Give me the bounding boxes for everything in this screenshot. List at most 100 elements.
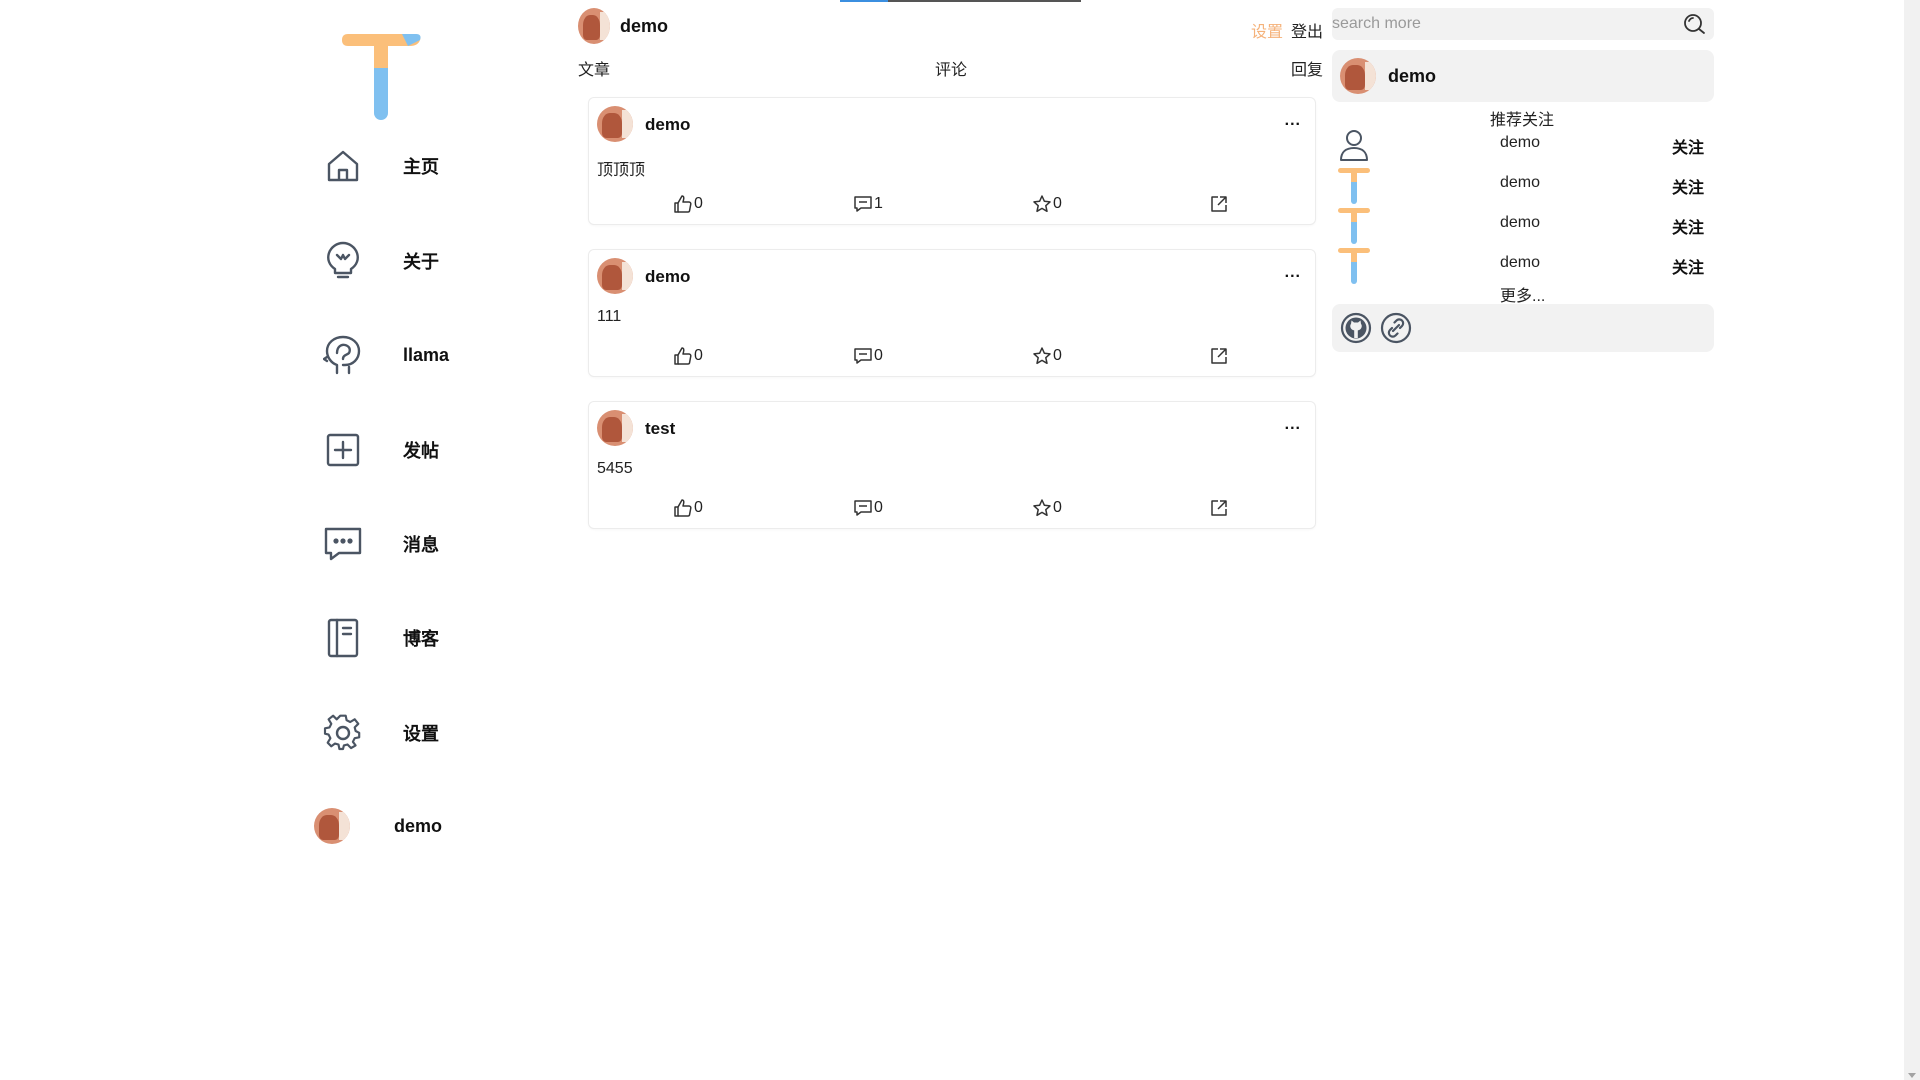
comment-count: 0 <box>874 347 883 364</box>
github-icon[interactable] <box>1340 312 1372 344</box>
avatar[interactable] <box>597 258 633 294</box>
post-author[interactable]: demo <box>645 115 690 135</box>
comment-icon <box>853 194 873 214</box>
t-logo-icon[interactable] <box>1336 248 1372 288</box>
star-button[interactable]: 0 <box>1032 346 1062 366</box>
nav-item-blog[interactable]: 博客 <box>318 608 478 668</box>
thumbs-up-icon <box>673 346 693 366</box>
star-button[interactable]: 0 <box>1032 194 1062 214</box>
follow-button[interactable]: 关注 <box>1672 174 1704 198</box>
tab-articles[interactable]: 文章 <box>578 56 610 80</box>
profile-card[interactable]: demo <box>1332 50 1714 102</box>
star-button[interactable]: 0 <box>1032 498 1062 518</box>
recommend-row: demo 关注 <box>1332 128 1714 164</box>
post-more-button[interactable]: ... <box>1285 416 1301 434</box>
search-input[interactable] <box>1332 8 1672 40</box>
share-icon <box>1209 346 1229 366</box>
avatar <box>578 8 610 44</box>
top-tab-indicator-active <box>840 0 888 2</box>
recommend-user-name[interactable]: demo <box>1500 254 1540 272</box>
user-outline-icon[interactable] <box>1336 128 1372 168</box>
nav-item-home[interactable]: 主页 <box>318 136 478 196</box>
thumbs-up-icon <box>673 498 693 518</box>
post-actions: 0 0 0 <box>589 498 1315 522</box>
tab-replies[interactable]: 回复 <box>1291 56 1323 80</box>
post-more-button[interactable]: ... <box>1285 112 1301 130</box>
top-tab-indicator <box>840 0 1081 2</box>
nav-item-llama[interactable]: llama <box>318 325 478 385</box>
star-icon <box>1032 498 1052 518</box>
links-card <box>1332 304 1714 352</box>
post-author[interactable]: demo <box>645 267 690 287</box>
like-count: 0 <box>694 499 703 516</box>
post-actions: 0 1 0 <box>589 194 1315 218</box>
post-card[interactable]: test ... 5455 0 0 0 <box>588 401 1316 529</box>
nav-item-about[interactable]: 关于 <box>318 231 478 291</box>
follow-button[interactable]: 关注 <box>1672 134 1704 158</box>
plus-square-icon <box>318 425 368 475</box>
recommend-user-name[interactable]: demo <box>1500 174 1540 192</box>
nav-item-post[interactable]: 发帖 <box>318 420 478 480</box>
home-icon <box>318 141 368 191</box>
recommend-row: demo 关注 <box>1332 208 1714 244</box>
post-actions: 0 0 0 <box>589 346 1315 370</box>
like-button[interactable]: 0 <box>673 498 703 518</box>
share-button[interactable] <box>1209 498 1229 518</box>
star-icon <box>1032 194 1052 214</box>
comment-button[interactable]: 1 <box>853 194 883 214</box>
avatar[interactable] <box>597 106 633 142</box>
follow-button[interactable]: 关注 <box>1672 214 1704 238</box>
post-more-button[interactable]: ... <box>1285 264 1301 282</box>
nav-item-profile[interactable]: demo <box>310 796 470 856</box>
vertical-scrollbar[interactable] <box>1904 0 1920 1080</box>
header-user[interactable]: demo <box>578 8 668 44</box>
recommend-row: demo 关注 <box>1332 168 1714 204</box>
share-button[interactable] <box>1209 194 1229 214</box>
gear-icon <box>318 708 368 758</box>
search-icon[interactable] <box>1682 12 1706 36</box>
nav-label-home: 主页 <box>403 157 439 177</box>
nav-label-post: 发帖 <box>403 441 439 461</box>
like-button[interactable]: 0 <box>673 346 703 366</box>
t-logo-icon[interactable] <box>338 32 424 122</box>
avatar[interactable] <box>597 410 633 446</box>
nav-label-settings: 设置 <box>403 724 439 744</box>
post-content: 顶顶顶 <box>597 162 646 179</box>
star-count: 0 <box>1053 499 1062 516</box>
comment-button[interactable]: 0 <box>853 346 883 366</box>
comment-icon <box>853 346 873 366</box>
header-logout-link[interactable]: 登出 <box>1291 18 1323 42</box>
recommend-user-name[interactable]: demo <box>1500 134 1540 152</box>
post-content: 5455 <box>597 460 633 477</box>
recommend-row: demo 关注 <box>1332 248 1714 284</box>
nav-item-settings[interactable]: 设置 <box>318 703 478 763</box>
nav-item-messages[interactable]: 消息 <box>318 514 478 574</box>
nav-label-messages: 消息 <box>403 535 439 555</box>
post-author[interactable]: test <box>645 419 675 439</box>
header-settings-link[interactable]: 设置 <box>1251 18 1283 42</box>
t-logo-icon[interactable] <box>1336 168 1372 208</box>
link-icon[interactable] <box>1380 312 1412 344</box>
post-card[interactable]: demo ... 111 0 0 0 <box>588 249 1316 377</box>
profile-card-name: demo <box>1388 66 1437 86</box>
like-count: 0 <box>694 195 703 212</box>
recommend-user-name[interactable]: demo <box>1500 214 1540 232</box>
comment-icon <box>853 498 873 518</box>
comment-button[interactable]: 0 <box>853 498 883 518</box>
thumbs-up-icon <box>673 194 693 214</box>
nav-label-profile: demo <box>394 815 443 836</box>
post-card[interactable]: demo ... 顶顶顶 0 1 0 <box>588 97 1316 225</box>
comment-count: 1 <box>874 195 883 212</box>
scroll-down-arrow-icon[interactable] <box>1908 1073 1916 1078</box>
follow-button[interactable]: 关注 <box>1672 254 1704 278</box>
t-logo-icon[interactable] <box>1336 208 1372 248</box>
share-icon <box>1209 194 1229 214</box>
avatar <box>314 808 350 844</box>
recommend-more-link[interactable]: 更多... <box>1500 282 1545 306</box>
tab-comments[interactable]: 评论 <box>935 56 967 80</box>
like-button[interactable]: 0 <box>673 194 703 214</box>
share-button[interactable] <box>1209 346 1229 366</box>
comment-count: 0 <box>874 499 883 516</box>
avatar <box>1340 58 1376 94</box>
nav-label-blog: 博客 <box>403 629 439 649</box>
